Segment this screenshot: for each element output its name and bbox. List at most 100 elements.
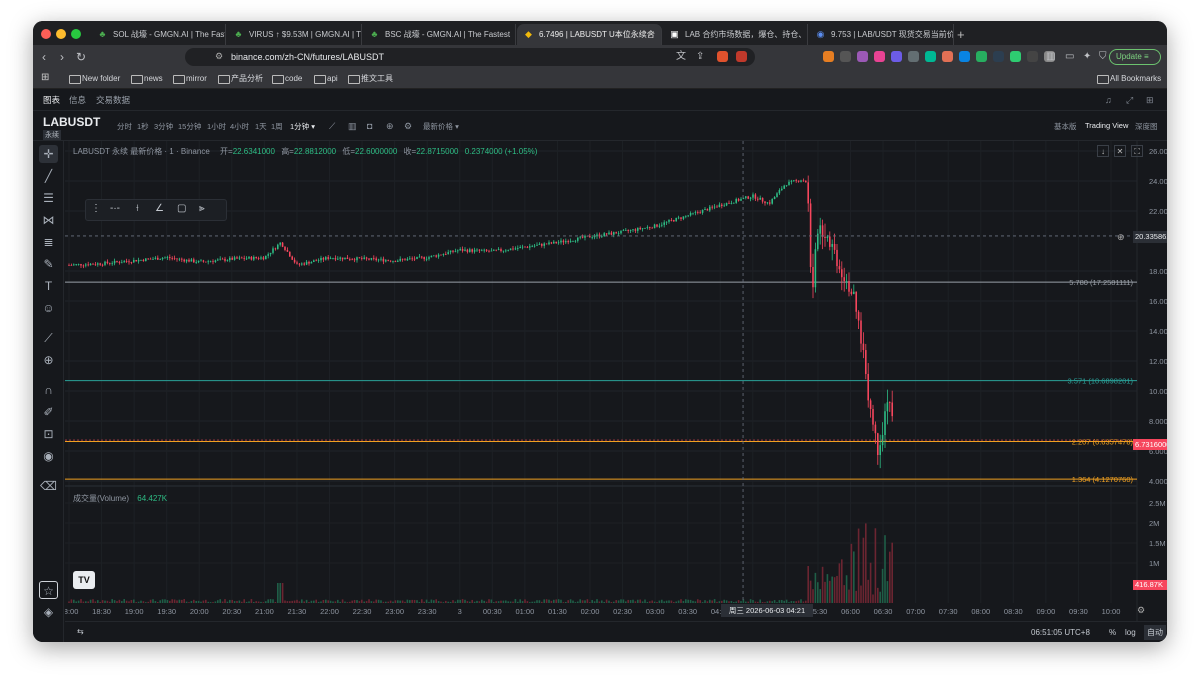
close-window-button[interactable]: [41, 29, 51, 39]
extension-icon[interactable]: [823, 51, 834, 62]
bookmark-folder[interactable]: 产品分析: [218, 69, 263, 88]
bookmark-folder[interactable]: mirror: [173, 69, 207, 88]
apps-grid-icon[interactable]: ⊞: [41, 72, 49, 83]
eye-icon[interactable]: ◉: [39, 447, 58, 465]
text-icon[interactable]: T: [39, 277, 58, 295]
view-basic[interactable]: 基本版: [1054, 121, 1077, 132]
all-bookmarks[interactable]: All Bookmarks: [1097, 69, 1161, 88]
interval-option[interactable]: 1秒: [137, 121, 149, 132]
interval-option[interactable]: 1天: [255, 121, 267, 132]
horizontal-ray-icon[interactable]: -·-: [110, 203, 120, 214]
chart-type-icon[interactable]: ▥: [348, 121, 357, 132]
extensions-icon[interactable]: ✦: [1083, 45, 1091, 69]
percent-scale-toggle[interactable]: %: [1109, 628, 1116, 637]
interval-option[interactable]: 分时: [117, 121, 132, 132]
browser-tab[interactable]: ♣ SOL 战壕 - GMGN.AI | The Fastest: [91, 24, 226, 45]
interval-option[interactable]: 1小时: [207, 121, 226, 132]
update-button[interactable]: Update ≡: [1109, 49, 1161, 65]
interval-option[interactable]: 1周: [271, 121, 283, 132]
extension-icon[interactable]: [976, 51, 987, 62]
symbol-name[interactable]: LABUSDT: [43, 115, 100, 129]
bookmark-folder[interactable]: news: [131, 69, 163, 88]
lock-drawing-icon[interactable]: ✐: [39, 403, 58, 421]
extension-icon[interactable]: [908, 51, 919, 62]
extension-icon[interactable]: [857, 51, 868, 62]
add-alert-icon[interactable]: ⊕: [1117, 232, 1125, 243]
interval-option[interactable]: 3分钟: [154, 121, 173, 132]
view-depth[interactable]: 深度图: [1135, 121, 1158, 132]
reload-icon[interactable]: ↻: [76, 45, 86, 69]
site-info-icon[interactable]: ⚙: [215, 51, 223, 62]
browser-tab[interactable]: ♣ BSC 战壕 - GMGN.AI | The Fastest: [363, 24, 516, 45]
fib-icon[interactable]: ≣: [39, 233, 58, 251]
crosshair-icon[interactable]: ✛: [39, 145, 58, 163]
interval-selected[interactable]: 1分钟 ▾: [290, 121, 315, 132]
extension-icon[interactable]: [891, 51, 902, 62]
settings-icon[interactable]: ⚙: [404, 121, 412, 132]
address-bar[interactable]: ⚙ binance.com/zh-CN/futures/LABUSDT: [185, 48, 755, 66]
wallet-icon[interactable]: ▭: [1065, 45, 1074, 69]
lock-icon[interactable]: ⊡: [39, 425, 58, 443]
bookmark-folder[interactable]: New folder: [69, 69, 120, 88]
translate-icon[interactable]: 文: [676, 45, 686, 69]
browser-tab[interactable]: ▣ LAB 合约市场数据，爆仓、持仓、多: [663, 24, 808, 45]
back-icon[interactable]: ‹: [42, 45, 46, 69]
sidebar-toggle-icon[interactable]: ▥: [1046, 45, 1055, 69]
layout-icon[interactable]: ⊞: [1146, 95, 1154, 106]
time-settings-icon[interactable]: ⚙: [1137, 605, 1145, 616]
tab-trading-data[interactable]: 交易数据: [96, 89, 130, 111]
tab-info[interactable]: 信息: [69, 89, 86, 111]
maximize-window-button[interactable]: [71, 29, 81, 39]
forward-icon[interactable]: ›: [60, 45, 64, 69]
close-tab-icon[interactable]: ✕: [647, 24, 655, 45]
layers-icon[interactable]: ◈: [39, 603, 58, 621]
trash-icon[interactable]: ⌫: [39, 477, 58, 495]
extension-icon[interactable]: [874, 51, 885, 62]
horizontal-lines-icon[interactable]: ☰: [39, 189, 58, 207]
scroll-down-icon[interactable]: ↓: [1097, 145, 1109, 157]
trend-angle-icon[interactable]: ∠: [155, 203, 164, 214]
pattern-icon[interactable]: ⋈: [39, 211, 58, 229]
extension-icon[interactable]: [736, 51, 747, 62]
view-tradingview[interactable]: Trading View: [1085, 121, 1128, 130]
brave-shield-icon[interactable]: [717, 51, 728, 62]
fib-tool-icon[interactable]: ⫸: [199, 203, 205, 214]
fullscreen-icon[interactable]: ⛶: [1131, 145, 1143, 157]
trendline-icon[interactable]: ╱: [39, 167, 58, 185]
new-tab-button[interactable]: +: [957, 24, 965, 45]
browser-tab[interactable]: ◉ 9.753 | LAB/USDT 现货交易当前价: [809, 24, 954, 45]
share-icon[interactable]: ⇪: [696, 45, 704, 69]
price-type-select[interactable]: 最新价格 ▾: [423, 121, 459, 132]
auto-scale-toggle[interactable]: 自动: [1144, 625, 1166, 640]
ruler-icon[interactable]: ⟋: [39, 329, 58, 347]
expand-icon[interactable]: ⤢: [1126, 95, 1133, 106]
vpn-icon[interactable]: ⛉: [1099, 45, 1107, 69]
minimize-window-button[interactable]: [56, 29, 66, 39]
indicator-icon[interactable]: ⟋: [329, 121, 335, 132]
add-icon[interactable]: ⊕: [386, 121, 394, 132]
extension-icon[interactable]: [840, 51, 851, 62]
log-scale-toggle[interactable]: log: [1125, 628, 1136, 637]
date-range-icon[interactable]: ⇆: [77, 627, 84, 636]
interval-option[interactable]: 4小时: [230, 121, 249, 132]
collapse-icon[interactable]: ✕: [1114, 145, 1126, 157]
magnet-icon[interactable]: ∩: [39, 381, 58, 399]
alert-icon[interactable]: ♫: [1105, 95, 1112, 105]
drag-handle-icon[interactable]: ⋮: [91, 203, 101, 214]
star-icon[interactable]: ☆: [39, 581, 58, 599]
extension-icon[interactable]: [993, 51, 1004, 62]
emoji-icon[interactable]: ☺: [39, 299, 58, 317]
browser-tab-active[interactable]: ◆ 6.7496 | LABUSDT U本位永续合 ✕: [517, 24, 662, 45]
extension-icon[interactable]: [942, 51, 953, 62]
callout-icon[interactable]: ▢: [177, 203, 186, 214]
tab-chart[interactable]: 图表: [43, 89, 60, 111]
bookmark-folder[interactable]: 推文工具: [348, 69, 393, 88]
zoom-icon[interactable]: ⊕: [39, 351, 58, 369]
interval-option[interactable]: 15分钟: [178, 121, 201, 132]
bookmark-folder[interactable]: code: [272, 69, 302, 88]
camera-icon[interactable]: ◘: [367, 121, 372, 131]
price-chart[interactable]: 5.780 (17.2581111) 3.571 (10.6898201) 2.20…: [65, 141, 1167, 642]
extension-icon[interactable]: [959, 51, 970, 62]
extension-icon[interactable]: [1027, 51, 1038, 62]
browser-tab[interactable]: ♣ VIRUS ↑ $9.53M | GMGN.AI | The: [227, 24, 362, 45]
